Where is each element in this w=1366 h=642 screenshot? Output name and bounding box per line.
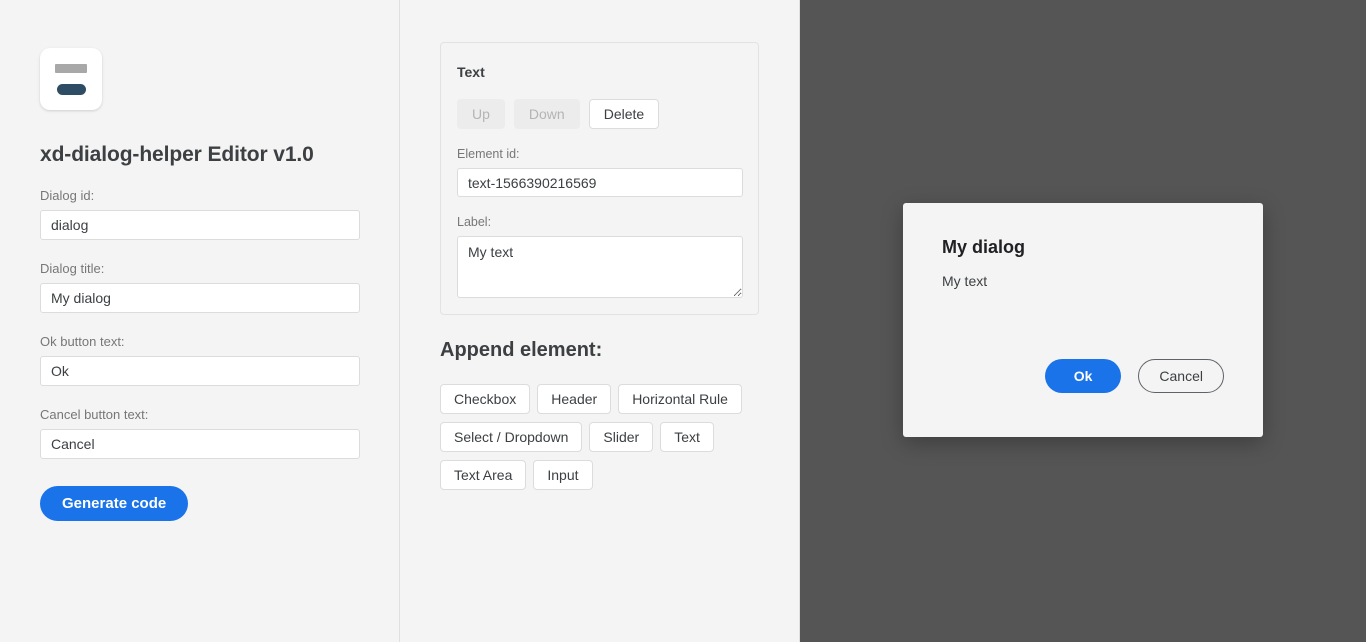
dialog-id-input[interactable] <box>40 210 360 240</box>
preview-dialog-actions: Ok Cancel <box>1044 359 1224 393</box>
move-up-button[interactable]: Up <box>457 99 505 129</box>
append-text-area-button[interactable]: Text Area <box>440 460 527 490</box>
element-label-textarea[interactable]: My text <box>457 236 743 298</box>
preview-ok-button[interactable]: Ok <box>1044 359 1122 393</box>
logo-button-pill-icon <box>56 83 86 95</box>
preview-dialog-title: My dialog <box>942 237 1026 257</box>
append-text-button[interactable]: Text <box>660 422 714 452</box>
field-group-cancel-button-text: Cancel button text: <box>40 407 360 459</box>
dialog-preview-panel: My dialog My text Ok Cancel <box>800 0 1366 642</box>
element-editor-panel: Text Up Down Delete Element id: Label: M… <box>400 0 800 642</box>
dialog-title-input[interactable] <box>40 283 360 313</box>
ok-button-text-input[interactable] <box>40 356 360 386</box>
append-header-button[interactable]: Header <box>537 384 612 414</box>
append-element-heading: Append element: <box>440 339 603 361</box>
append-horizontal-rule-button[interactable]: Horizontal Rule <box>618 384 742 414</box>
append-checkbox-button[interactable]: Checkbox <box>440 384 531 414</box>
editor-settings-panel: xd-dialog-helper Editor v1.0 Dialog id: … <box>0 0 400 642</box>
label-dialog-title: Dialog title: <box>40 261 105 276</box>
field-group-dialog-title: Dialog title: <box>40 261 360 313</box>
append-select-dropdown-button[interactable]: Select / Dropdown <box>440 422 583 452</box>
append-slider-button[interactable]: Slider <box>589 422 654 452</box>
app-root: xd-dialog-helper Editor v1.0 Dialog id: … <box>0 0 1366 642</box>
element-action-row: Up Down Delete <box>457 99 742 129</box>
field-group-element-id: Element id: <box>457 147 743 197</box>
field-group-dialog-id: Dialog id: <box>40 188 360 240</box>
element-card-title: Text <box>457 64 485 80</box>
append-element-button-group: Checkbox Header Horizontal Rule Select /… <box>440 384 746 490</box>
label-element-label: Label: <box>457 215 492 229</box>
field-group-element-label: Label: My text <box>457 215 743 298</box>
element-id-input[interactable] <box>457 168 743 197</box>
label-dialog-id: Dialog id: <box>40 188 95 203</box>
label-cancel-button-text: Cancel button text: <box>40 407 149 422</box>
generate-code-button[interactable]: Generate code <box>40 486 189 521</box>
dialog-window-icon <box>40 48 102 110</box>
field-group-ok-button-text: Ok button text: <box>40 334 360 386</box>
delete-element-button[interactable]: Delete <box>588 99 660 129</box>
element-card: Text Up Down Delete Element id: Label: M… <box>440 42 759 315</box>
logo-title-bar-icon <box>55 63 87 73</box>
move-down-button[interactable]: Down <box>513 99 580 129</box>
preview-dialog-body-text: My text <box>942 273 988 289</box>
page-title: xd-dialog-helper Editor v1.0 <box>40 143 314 166</box>
cancel-button-text-input[interactable] <box>40 429 360 459</box>
append-input-button[interactable]: Input <box>533 460 593 490</box>
preview-cancel-button[interactable]: Cancel <box>1138 359 1224 393</box>
label-ok-button-text: Ok button text: <box>40 334 125 349</box>
label-element-id: Element id: <box>457 147 520 161</box>
preview-dialog: My dialog My text Ok Cancel <box>903 203 1263 437</box>
